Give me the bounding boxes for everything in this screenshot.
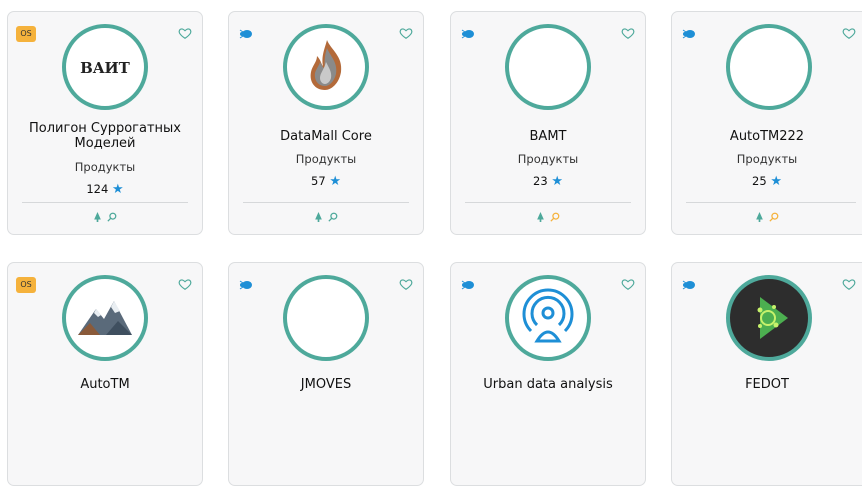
- fedot-icon: [757, 297, 788, 339]
- bug-icon: [461, 29, 474, 39]
- project-title[interactable]: BAMT: [461, 129, 635, 144]
- search-icon: [107, 212, 117, 222]
- flame-icon: [310, 40, 342, 90]
- heart-icon[interactable]: [178, 277, 192, 291]
- project-logo[interactable]: [726, 24, 812, 110]
- star-icon: ★: [111, 182, 124, 197]
- project-logo[interactable]: [505, 275, 591, 361]
- bug-icon: [239, 280, 252, 290]
- project-logo[interactable]: [726, 275, 812, 361]
- project-logo[interactable]: [283, 275, 369, 361]
- search-icon: [769, 212, 779, 222]
- project-category: Продукты: [74, 160, 136, 174]
- project-card[interactable]: Urban data analysis: [450, 262, 646, 486]
- project-title[interactable]: Полигон Суррогатных Моделей: [18, 121, 192, 151]
- project-category: Продукты: [295, 152, 357, 166]
- heart-icon[interactable]: [842, 277, 856, 291]
- project-title[interactable]: JMOVES: [239, 377, 413, 392]
- heart-icon[interactable]: [842, 26, 856, 40]
- heart-icon[interactable]: [178, 26, 192, 40]
- tree-icon: [94, 212, 101, 222]
- card-divider: [686, 202, 856, 203]
- tree-icon: [756, 212, 763, 222]
- search-icon: [550, 212, 560, 222]
- bug-icon: [682, 29, 695, 39]
- card-icons: [8, 212, 202, 223]
- project-card[interactable]: FEDOT: [671, 262, 862, 486]
- project-title[interactable]: DataMall Core: [239, 129, 413, 144]
- project-card[interactable]: AutoTM222 Продукты 25 ★: [671, 11, 862, 235]
- project-title[interactable]: AutoTM222: [682, 129, 852, 144]
- card-icons: [451, 212, 645, 223]
- card-icons: [672, 212, 862, 223]
- tree-icon: [537, 212, 544, 222]
- bug-icon: [682, 280, 695, 290]
- project-title[interactable]: AutoTM: [18, 377, 192, 392]
- star-icon: ★: [329, 174, 341, 189]
- project-card[interactable]: OS BAИT Полигон Суррогатных Моделей Прод…: [7, 11, 203, 235]
- project-card[interactable]: JMOVES: [228, 262, 424, 486]
- heart-icon[interactable]: [621, 26, 635, 40]
- tree-icon: [315, 212, 322, 222]
- bug-icon: [461, 280, 474, 290]
- os-badge: OS: [16, 26, 36, 42]
- mountain-icon: [78, 301, 132, 335]
- project-title[interactable]: FEDOT: [682, 377, 852, 392]
- star-count: 124 ★: [86, 182, 124, 197]
- card-divider: [243, 202, 409, 203]
- heart-icon[interactable]: [621, 277, 635, 291]
- os-badge: OS: [16, 277, 36, 293]
- star-icon: ★: [551, 174, 563, 189]
- urban-sensor-icon: [522, 288, 574, 343]
- card-icons: [229, 212, 423, 223]
- project-logo[interactable]: [62, 275, 148, 361]
- star-icon: ★: [770, 174, 782, 189]
- heart-icon[interactable]: [399, 26, 413, 40]
- project-category: Продукты: [517, 152, 579, 166]
- star-count: 57 ★: [311, 174, 341, 189]
- search-icon: [328, 212, 338, 222]
- project-logo[interactable]: [505, 24, 591, 110]
- heart-icon[interactable]: [399, 277, 413, 291]
- project-logo[interactable]: [283, 24, 369, 110]
- project-card[interactable]: DataMall Core Продукты 57 ★: [228, 11, 424, 235]
- star-count: 25 ★: [752, 174, 782, 189]
- project-title[interactable]: Urban data analysis: [461, 377, 635, 392]
- star-count: 23 ★: [533, 174, 563, 189]
- card-divider: [465, 202, 631, 203]
- project-card[interactable]: OS AutoTM: [7, 262, 203, 486]
- card-divider: [22, 202, 188, 203]
- bug-icon: [239, 29, 252, 39]
- logo-text: BAИT: [80, 59, 130, 77]
- project-card[interactable]: BAMT Продукты 23 ★: [450, 11, 646, 235]
- project-logo[interactable]: BAИT: [62, 24, 148, 110]
- project-category: Продукты: [736, 152, 798, 166]
